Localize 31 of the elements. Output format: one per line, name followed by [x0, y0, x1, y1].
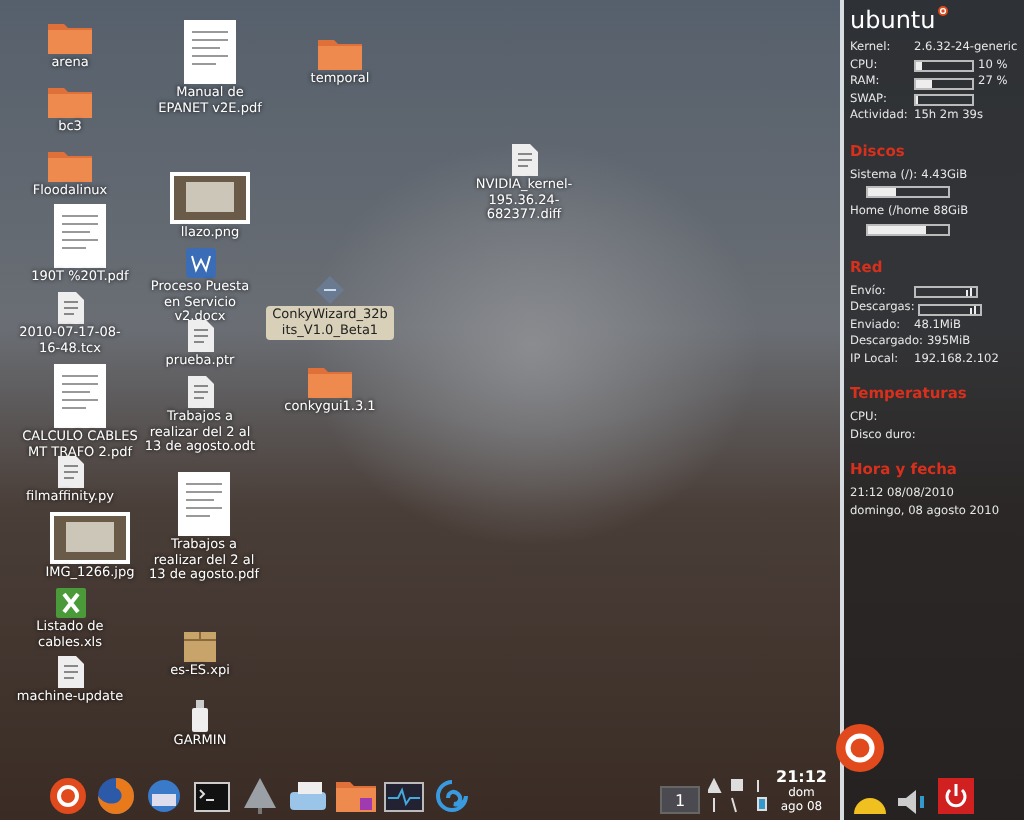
document-thumbnail-icon — [54, 364, 106, 428]
text-file-icon — [57, 656, 83, 688]
document-thumbnail-icon — [54, 204, 106, 268]
circle-logo-icon — [937, 6, 948, 16]
text-file-icon — [57, 292, 83, 324]
document-thumbnail-icon — [178, 472, 230, 536]
network-graph — [918, 303, 983, 316]
image-thumbnail-icon — [50, 512, 130, 564]
folder-icon — [48, 148, 92, 182]
word-document-icon — [185, 248, 215, 278]
workspace-switcher[interactable]: 1 — [660, 786, 700, 814]
logo-text: ubuntu — [850, 6, 936, 34]
text-file-icon — [511, 144, 537, 176]
folder-icon — [48, 20, 92, 54]
power-icon[interactable] — [938, 778, 975, 814]
image-thumbnail-icon — [170, 172, 250, 224]
document-thumbnail-icon — [184, 20, 236, 84]
folder-icon — [48, 84, 92, 118]
folder-icon — [318, 36, 362, 70]
tray-icons-drawing[interactable] — [708, 778, 768, 814]
circle-of-friends-logo-icon — [836, 724, 884, 772]
diamond-icon — [316, 276, 344, 304]
folder-icon — [308, 364, 352, 398]
usb-drive-icon — [192, 700, 208, 732]
text-file-icon — [187, 320, 213, 352]
spreadsheet-icon — [55, 588, 85, 618]
network-graph — [914, 286, 978, 299]
text-file-icon — [57, 456, 83, 488]
clock-time[interactable]: 21:12 — [776, 768, 827, 786]
text-file-icon — [187, 376, 213, 408]
package-icon — [184, 632, 216, 662]
